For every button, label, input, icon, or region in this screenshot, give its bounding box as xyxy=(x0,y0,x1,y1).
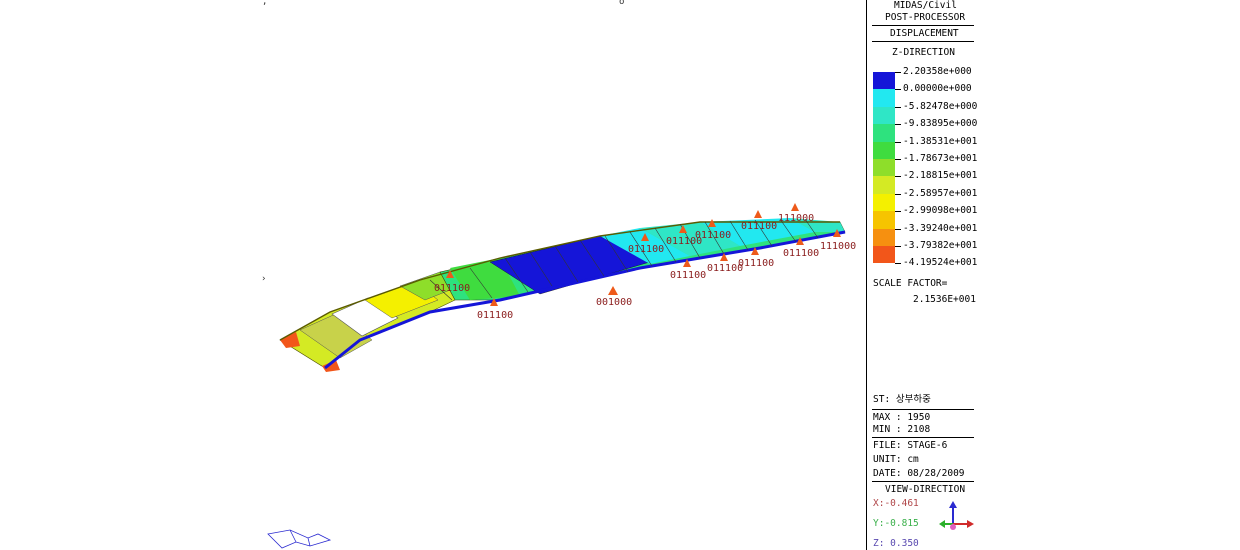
view-navigator-thumbnail[interactable] xyxy=(267,529,332,549)
divider-line xyxy=(872,481,974,482)
view-direction-title: VIEW-DIRECTION xyxy=(885,484,966,495)
support-marker xyxy=(754,210,762,218)
support-label: 011100 xyxy=(783,248,819,259)
legend-tick xyxy=(895,211,901,213)
support-marker xyxy=(608,286,618,295)
support-label: 001000 xyxy=(596,297,632,308)
axis-triad-icon[interactable] xyxy=(936,500,976,534)
legend-value: -1.38531e+001 xyxy=(903,135,978,147)
legend-tick xyxy=(895,193,901,195)
legend-value: -3.39240e+001 xyxy=(903,222,978,234)
legend-panel: MIDAS/Civil POST-PROCESSOR DISPLACEMENT … xyxy=(868,0,978,550)
legend-tick xyxy=(895,246,901,247)
legend-tick xyxy=(895,263,901,265)
support-label: 011100 xyxy=(628,244,664,255)
divider-line xyxy=(872,41,974,42)
support-label: 011100 xyxy=(741,221,777,232)
legend-value: 2.20358e+000 xyxy=(903,66,972,77)
legend-tick xyxy=(895,228,901,230)
bridge-deck xyxy=(279,218,846,372)
scale-factor-value: 2.1536E+001 xyxy=(913,294,976,305)
support-label: 111000 xyxy=(778,213,814,224)
divider-line xyxy=(872,437,974,438)
legend-swatch xyxy=(873,124,895,142)
scale-factor-label: SCALE FACTOR= xyxy=(873,278,948,289)
panel-divider xyxy=(866,0,867,550)
divider-line xyxy=(872,409,974,410)
view-y: Y:-0.815 xyxy=(873,518,919,529)
component-label: Z-DIRECTION xyxy=(892,47,955,58)
legend-swatch xyxy=(873,141,895,159)
legend-value: -9.83895e+000 xyxy=(903,118,978,130)
support-label: 011100 xyxy=(670,270,706,281)
legend-value: -4.19524e+001 xyxy=(903,257,978,269)
legend-value: -3.79382e+001 xyxy=(903,240,978,251)
legend-value: -5.82478e+000 xyxy=(903,100,978,112)
legend-swatch xyxy=(873,72,895,90)
legend-value: -2.58957e+001 xyxy=(903,187,978,199)
legend-swatch xyxy=(873,193,895,212)
support-marker xyxy=(791,203,799,211)
legend-tick xyxy=(895,141,901,143)
legend-swatch xyxy=(873,106,895,125)
view-x: X:-0.461 xyxy=(873,498,919,509)
legend-value: -2.99098e+001 xyxy=(903,205,978,217)
legend-tick xyxy=(895,89,901,91)
max-node: MAX : 1950 xyxy=(873,412,931,423)
legend-tick xyxy=(895,106,901,108)
bridge-model: , o › 011100 011100 001000 011100 011100… xyxy=(261,0,856,549)
support-label: 011100 xyxy=(738,258,774,269)
support-label: 011100 xyxy=(695,230,731,241)
legend-swatch xyxy=(873,246,895,264)
stray-mark: o xyxy=(619,0,624,7)
unit-label: UNIT: cm xyxy=(873,454,919,465)
legend-swatch xyxy=(873,228,895,246)
legend-tick xyxy=(895,176,901,178)
model-viewport[interactable]: , o › 011100 011100 001000 011100 011100… xyxy=(0,0,866,550)
legend-tick xyxy=(895,124,901,126)
support-label: 011100 xyxy=(477,310,513,321)
legend-tick xyxy=(895,159,901,160)
support-label: 111000 xyxy=(820,241,856,252)
legend-swatch xyxy=(873,211,895,229)
mode-label: POST-PROCESSOR xyxy=(885,12,966,23)
legend-value: 0.00000e+000 xyxy=(903,83,972,95)
legend-value: -1.78673e+001 xyxy=(903,153,978,164)
stray-mark: , xyxy=(262,0,267,7)
support-label: 011100 xyxy=(434,283,470,294)
file-name: FILE: STAGE-6 xyxy=(873,440,948,451)
divider-line xyxy=(872,25,974,26)
cursor-mark: › xyxy=(261,274,266,284)
legend-swatch xyxy=(873,89,895,107)
legend-swatch xyxy=(873,176,895,194)
min-node: MIN : 2108 xyxy=(873,424,931,435)
date-label: DATE: 08/28/2009 xyxy=(873,468,965,479)
result-type: DISPLACEMENT xyxy=(890,28,959,39)
load-case: ST: 상부하중 xyxy=(873,394,931,405)
legend-value: -2.18815e+001 xyxy=(903,170,978,182)
legend-swatch xyxy=(873,159,895,177)
view-z: Z: 0.350 xyxy=(873,538,919,549)
program-name: MIDAS/Civil xyxy=(894,0,957,11)
legend-tick xyxy=(895,72,901,73)
